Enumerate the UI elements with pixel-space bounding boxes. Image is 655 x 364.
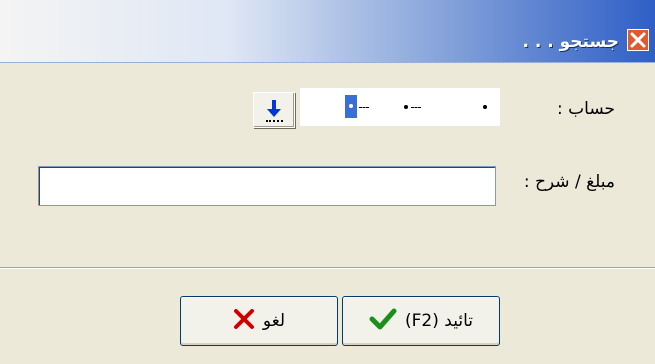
description-input[interactable] <box>38 166 496 206</box>
account-segment-dot <box>404 105 408 109</box>
close-icon[interactable] <box>627 29 649 51</box>
underline-dots <box>266 120 283 122</box>
text-caret <box>345 95 357 118</box>
footer-divider <box>0 267 655 269</box>
search-dialog: جستجو . . . حساب : مبلغ / شرح : تائید (F… <box>0 0 655 364</box>
account-lookup-button[interactable] <box>253 92 295 128</box>
cancel-button[interactable]: لغو <box>180 296 338 346</box>
account-label: حساب : <box>557 99 615 119</box>
account-segment-dot <box>483 105 487 109</box>
title-bar[interactable]: جستجو . . . <box>0 0 655 63</box>
description-label: مبلغ / شرح : <box>523 172 615 192</box>
checkmark-icon <box>369 307 397 335</box>
cancel-button-label: لغو <box>262 311 286 331</box>
account-segment-mark <box>411 107 421 108</box>
account-segment-mark <box>359 107 369 108</box>
confirm-button[interactable]: تائید (F2) <box>342 296 500 346</box>
confirm-button-label: تائید (F2) <box>405 311 473 331</box>
account-code-input[interactable] <box>300 88 500 126</box>
window-title: جستجو . . . <box>522 32 619 52</box>
x-icon <box>233 308 255 334</box>
